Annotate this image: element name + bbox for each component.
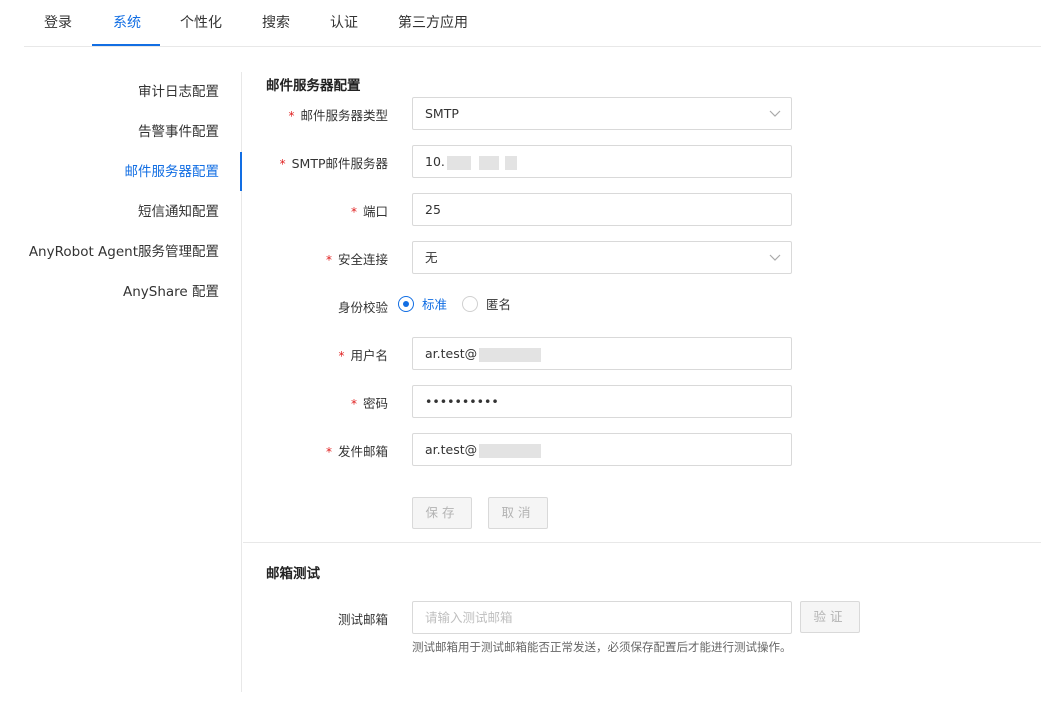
verify-button[interactable]: 验证 <box>800 601 860 633</box>
label-username: * 用户名 <box>188 345 388 364</box>
label-server-type-text: 邮件服务器类型 <box>300 108 388 123</box>
required-mark: * <box>350 397 357 411</box>
section-title-mail-server: 邮件服务器配置 <box>266 78 361 94</box>
required-mark: * <box>350 205 357 219</box>
label-security-text: 安全连接 <box>337 252 388 267</box>
server-type-value: SMTP <box>425 106 459 121</box>
tab-personalization[interactable]: 个性化 <box>180 0 222 47</box>
label-username-text: 用户名 <box>350 348 388 363</box>
label-test-email: 测试邮箱 <box>188 609 388 628</box>
tab-login[interactable]: 登录 <box>44 0 72 47</box>
required-mark: * <box>325 253 332 267</box>
required-mark: * <box>338 349 345 363</box>
label-auth: 身份校验 <box>188 297 388 316</box>
password-input[interactable]: •••••••••• <box>412 385 792 418</box>
redacted-block <box>479 443 542 458</box>
label-smtp-server: * SMTP邮件服务器 <box>188 153 388 172</box>
tab-search[interactable]: 搜索 <box>262 0 290 47</box>
password-value: •••••••••• <box>425 394 499 409</box>
server-type-select[interactable]: SMTP <box>412 97 792 130</box>
auth-radio-anonymous[interactable] <box>462 296 478 312</box>
label-security: * 安全连接 <box>188 249 388 268</box>
port-value: 25 <box>425 202 441 217</box>
label-port-text: 端口 <box>362 204 388 219</box>
label-sender-text: 发件邮箱 <box>337 444 388 459</box>
label-server-type: * 邮件服务器类型 <box>188 105 388 124</box>
auth-option-anonymous-label[interactable]: 匿名 <box>486 296 511 313</box>
tab-system[interactable]: 系统 <box>113 0 141 47</box>
port-input[interactable]: 25 <box>412 193 792 226</box>
required-mark: * <box>325 445 332 459</box>
tab-auth[interactable]: 认证 <box>330 0 358 47</box>
label-test-email-text: 测试邮箱 <box>337 612 388 627</box>
section-divider <box>243 542 1041 543</box>
username-input[interactable]: ar.test@ <box>412 337 792 370</box>
label-auth-text: 身份校验 <box>337 300 388 315</box>
redacted-block <box>479 347 542 362</box>
redacted-block <box>504 155 517 170</box>
redacted-block <box>446 155 471 170</box>
required-mark: * <box>288 109 295 123</box>
test-email-hint: 测试邮箱用于测试邮箱能否正常发送，必须保存配置后才能进行测试操作。 <box>412 640 792 654</box>
test-email-input[interactable]: 请输入测试邮箱 <box>412 601 792 634</box>
section-title-mail-test: 邮箱测试 <box>266 566 320 582</box>
required-mark: * <box>279 157 286 171</box>
label-password-text: 密码 <box>362 396 388 411</box>
label-port: * 端口 <box>188 201 388 220</box>
sender-email-value: ar.test@ <box>425 442 478 457</box>
chevron-down-icon <box>769 110 781 117</box>
top-tabs: 登录 系统 个性化 搜索 认证 第三方应用 <box>24 0 1041 47</box>
cancel-button[interactable]: 取消 <box>488 497 548 529</box>
save-button[interactable]: 保存 <box>412 497 472 529</box>
smtp-server-value: 10. <box>425 154 445 169</box>
auth-option-standard-label[interactable]: 标准 <box>422 296 447 313</box>
chevron-down-icon <box>769 254 781 261</box>
auth-radio-standard[interactable] <box>398 296 414 312</box>
username-value: ar.test@ <box>425 346 478 361</box>
label-smtp-server-text: SMTP邮件服务器 <box>291 156 388 171</box>
smtp-server-input[interactable]: 10. <box>412 145 792 178</box>
security-value: 无 <box>425 250 438 265</box>
active-tab-indicator <box>92 44 160 46</box>
tab-third-party-apps[interactable]: 第三方应用 <box>398 0 468 47</box>
security-select[interactable]: 无 <box>412 241 792 274</box>
redacted-block <box>478 155 499 170</box>
label-sender: * 发件邮箱 <box>188 441 388 460</box>
sender-email-input[interactable]: ar.test@ <box>412 433 792 466</box>
label-password: * 密码 <box>188 393 388 412</box>
